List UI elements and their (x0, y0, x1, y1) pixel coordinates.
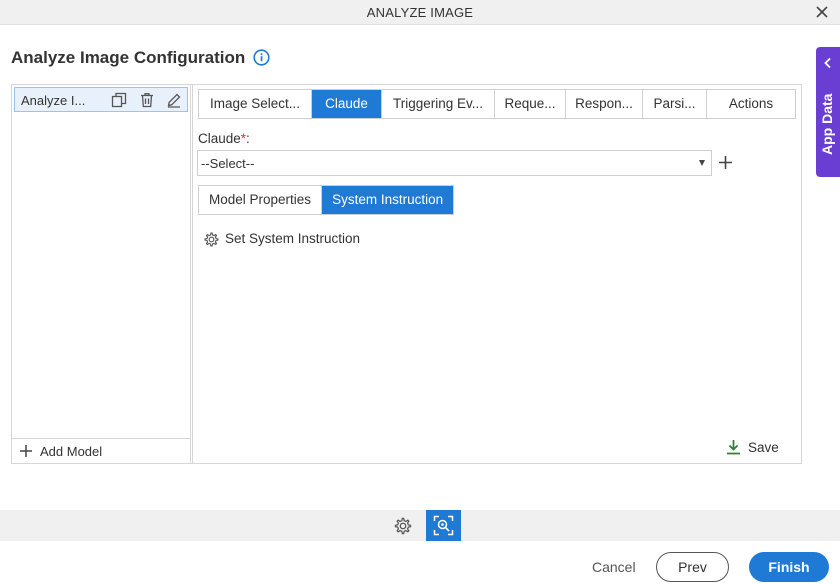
settings-gear-icon[interactable] (393, 516, 413, 536)
set-system-instruction-label: Set System Instruction (225, 231, 361, 246)
window-title: ANALYZE IMAGE (366, 5, 474, 20)
finish-button[interactable]: Finish (749, 552, 829, 582)
tab-triggering-events[interactable]: Triggering Ev... (382, 90, 495, 118)
gear-icon (203, 231, 220, 248)
claude-select[interactable]: --Select-- (197, 150, 712, 176)
configuration-panel: Analyze I... Add Model Image Select... C… (11, 84, 802, 464)
save-label: Save (748, 440, 779, 455)
image-analysis-icon[interactable] (426, 510, 461, 541)
close-icon[interactable] (814, 4, 830, 20)
settings-tabs: Image Select... Claude Triggering Ev... … (198, 89, 796, 119)
tab-model-properties[interactable]: Model Properties (199, 186, 321, 214)
tab-parsing[interactable]: Parsi... (643, 90, 707, 118)
edit-icon[interactable] (166, 92, 182, 108)
claude-select-value: --Select-- (201, 156, 255, 171)
tab-image-select[interactable]: Image Select... (199, 90, 312, 118)
tab-actions[interactable]: Actions (707, 90, 795, 118)
claude-label-colon: : (246, 131, 250, 146)
chevron-down-icon (699, 160, 705, 166)
tab-system-instruction[interactable]: System Instruction (321, 186, 454, 214)
model-settings-panel: Image Select... Claude Triggering Ev... … (192, 85, 801, 463)
chevron-left-icon (822, 56, 834, 69)
app-data-side-tab[interactable]: App Data (816, 47, 840, 177)
model-list-panel: Analyze I... Add Model (12, 85, 191, 463)
add-model-label: Add Model (40, 444, 103, 459)
cancel-button[interactable]: Cancel (592, 559, 636, 575)
delete-icon[interactable] (139, 92, 155, 108)
tab-claude[interactable]: Claude (312, 90, 382, 118)
claude-sub-tabs: Model Properties System Instruction (198, 185, 455, 215)
model-list-item[interactable]: Analyze I... (14, 87, 188, 112)
plus-icon (19, 444, 33, 458)
info-icon[interactable] (253, 49, 270, 66)
claude-field-label: Claude*: (198, 131, 250, 146)
model-item-label: Analyze I... (21, 93, 86, 108)
app-data-label: App Data (819, 93, 835, 155)
add-claude-icon[interactable] (718, 155, 733, 170)
tab-response[interactable]: Respon... (566, 90, 643, 118)
page-title: Analyze Image Configuration (11, 48, 246, 67)
claude-label-text: Claude (198, 131, 241, 146)
tab-request[interactable]: Reque... (495, 90, 566, 118)
prev-button[interactable]: Prev (656, 552, 729, 582)
window-titlebar: ANALYZE IMAGE (0, 0, 840, 25)
download-icon (726, 439, 741, 455)
add-model-button[interactable]: Add Model (12, 438, 190, 463)
duplicate-icon[interactable] (111, 92, 127, 108)
bottom-toolbar (0, 510, 840, 541)
